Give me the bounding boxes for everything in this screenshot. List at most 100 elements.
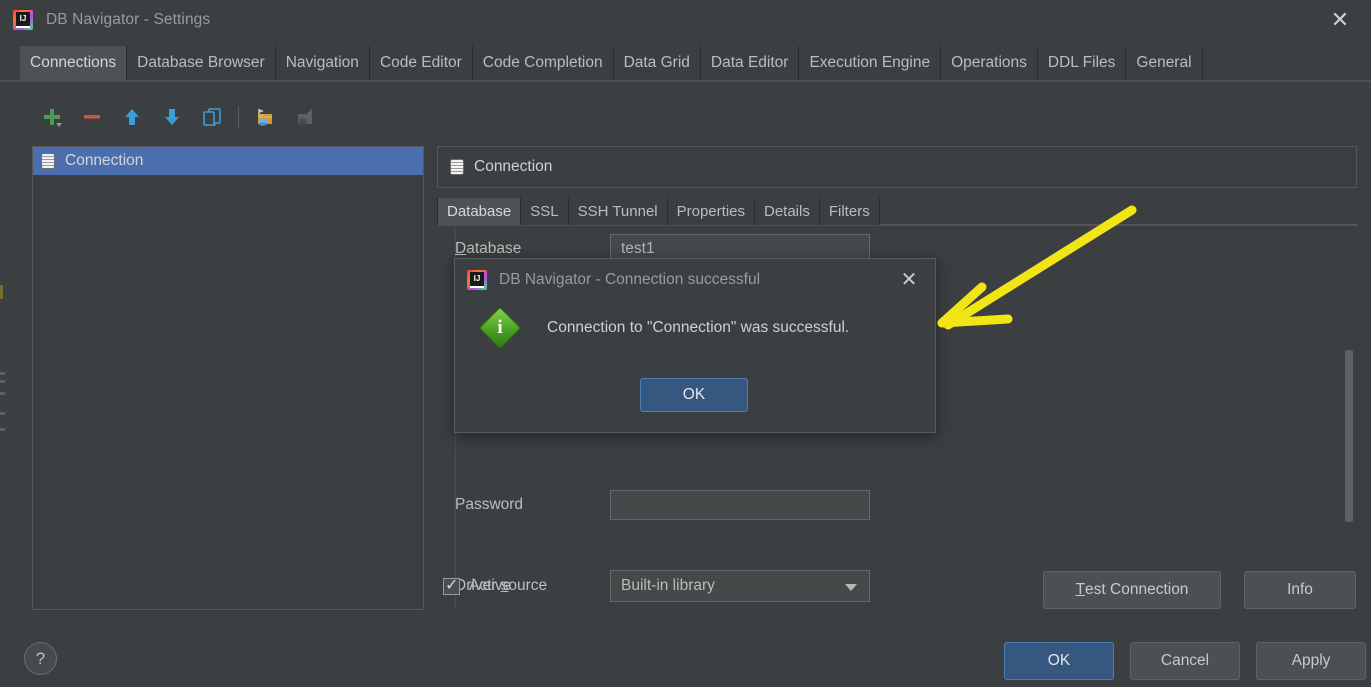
password-label: Password	[455, 496, 610, 514]
title-bar: DB Navigator - Settings ✕	[0, 0, 1371, 40]
connection-sub-tabstrip: Database SSL SSH Tunnel Properties Detai…	[437, 198, 1357, 226]
subtab-ssl[interactable]: SSL	[521, 198, 569, 225]
tab-execution-engine[interactable]: Execution Engine	[799, 46, 942, 80]
database-label-rest: atabase	[466, 240, 522, 257]
import-database-icon	[258, 109, 272, 126]
active-checkbox-row[interactable]: Active	[443, 575, 512, 595]
subtab-details[interactable]: Details	[755, 198, 820, 225]
subtab-database[interactable]: Database	[437, 198, 522, 225]
panel-header: Connection	[437, 146, 1357, 188]
export-database-icon	[298, 109, 312, 126]
subtab-filters[interactable]: Filters	[820, 198, 880, 225]
panel-title: Connection	[474, 158, 553, 175]
tab-label: Code Editor	[379, 54, 462, 71]
driver-source-dropdown[interactable]: Built-in library	[610, 570, 870, 602]
driver-source-label-rest: ource	[508, 577, 548, 594]
tab-label: Navigation	[285, 54, 359, 71]
import-connection-button[interactable]	[245, 97, 285, 137]
background-artifact	[0, 372, 5, 375]
tab-code-completion[interactable]: Code Completion	[473, 46, 614, 80]
subtab-label: SSL	[530, 203, 559, 220]
background-artifact	[0, 428, 5, 431]
plus-icon	[44, 109, 62, 127]
info-diamond-icon: i	[478, 306, 522, 350]
form-scrollbar-track[interactable]	[1343, 228, 1355, 610]
info-button[interactable]: Info	[1244, 571, 1356, 609]
help-button[interactable]: ?	[24, 642, 57, 675]
window-title: DB Navigator - Settings	[46, 11, 211, 28]
tab-code-editor[interactable]: Code Editor	[370, 46, 473, 80]
dialog-body: i Connection to "Connection" was success…	[455, 301, 935, 350]
tab-label: Code Completion	[482, 54, 603, 71]
driver-source-row: Driver source Built-in library	[455, 570, 870, 602]
password-row: Password	[455, 490, 870, 520]
background-artifact	[0, 412, 5, 415]
ok-button-label: OK	[1047, 652, 1071, 669]
subtab-properties[interactable]: Properties	[668, 198, 755, 225]
tab-general[interactable]: General	[1126, 46, 1203, 80]
list-item[interactable]: Connection	[33, 147, 423, 175]
connections-toolbar	[32, 96, 432, 138]
tab-label: Execution Engine	[809, 54, 931, 71]
arrow-up-icon	[125, 109, 139, 125]
subtab-ssh-tunnel[interactable]: SSH Tunnel	[569, 198, 668, 225]
driver-source-value: Built-in library	[621, 577, 715, 594]
remove-connection-button[interactable]	[72, 97, 112, 137]
test-connection-button[interactable]: Test Connection	[1043, 571, 1221, 609]
apply-button-label: Apply	[1291, 652, 1331, 669]
copy-icon	[203, 108, 221, 126]
subtab-label: Filters	[828, 203, 870, 220]
subtab-label: Details	[764, 203, 810, 220]
tab-data-grid[interactable]: Data Grid	[614, 46, 701, 80]
dialog-title-bar: DB Navigator - Connection successful ✕	[455, 259, 935, 301]
connection-list[interactable]: Connection	[32, 146, 424, 610]
toolbar-separator	[238, 106, 239, 128]
dialog-ok-button[interactable]: OK	[640, 378, 748, 412]
settings-tabstrip: Connections Database Browser Navigation …	[0, 46, 1371, 82]
apply-button[interactable]: Apply	[1256, 642, 1366, 680]
export-connection-button	[285, 97, 325, 137]
close-icon[interactable]: ✕	[897, 269, 921, 293]
connection-name: Connection	[65, 152, 144, 169]
tab-connections[interactable]: Connections	[20, 46, 128, 80]
tab-label: Data Editor	[710, 54, 789, 71]
dialog-title: DB Navigator - Connection successful	[499, 271, 761, 288]
tab-operations[interactable]: Operations	[941, 46, 1038, 80]
database-icon	[41, 153, 55, 169]
active-checkbox[interactable]	[443, 575, 460, 595]
active-label: Active	[469, 577, 512, 594]
tab-label: DDL Files	[1047, 54, 1116, 71]
test-connection-label: est Connection	[1085, 581, 1189, 598]
tab-navigation[interactable]: Navigation	[276, 46, 370, 80]
ok-button[interactable]: OK	[1004, 642, 1114, 680]
subtab-label: SSH Tunnel	[577, 203, 658, 220]
database-label: Database	[455, 240, 610, 258]
move-down-button[interactable]	[152, 97, 192, 137]
minus-icon	[84, 115, 100, 119]
tab-label: Data Grid	[623, 54, 690, 71]
duplicate-connection-button[interactable]	[192, 97, 232, 137]
tab-data-editor[interactable]: Data Editor	[701, 46, 800, 80]
subtab-filler	[879, 198, 1357, 225]
tab-database-browser[interactable]: Database Browser	[127, 46, 276, 80]
info-button-label: Info	[1287, 581, 1313, 598]
subtab-label: Database	[447, 203, 512, 220]
tab-label: Operations	[951, 54, 1027, 71]
intellij-idea-icon	[13, 10, 33, 30]
cancel-button[interactable]: Cancel	[1130, 642, 1240, 680]
database-label-mnemonic: D	[455, 240, 467, 257]
tab-ddl-files[interactable]: DDL Files	[1038, 46, 1127, 80]
database-input-value: test1	[621, 240, 655, 257]
tab-label: General	[1136, 54, 1192, 71]
form-scrollbar-thumb[interactable]	[1345, 350, 1353, 522]
add-connection-button[interactable]	[32, 97, 72, 137]
password-input[interactable]	[610, 490, 870, 520]
background-artifact	[0, 285, 3, 299]
background-artifact	[0, 380, 5, 383]
password-label-text: Password	[455, 496, 524, 513]
move-up-button[interactable]	[112, 97, 152, 137]
database-icon	[450, 159, 464, 175]
tab-label: Database Browser	[137, 54, 265, 71]
close-icon[interactable]: ✕	[1317, 0, 1363, 40]
settings-window: DB Navigator - Settings ✕ Connections Da…	[0, 0, 1371, 687]
